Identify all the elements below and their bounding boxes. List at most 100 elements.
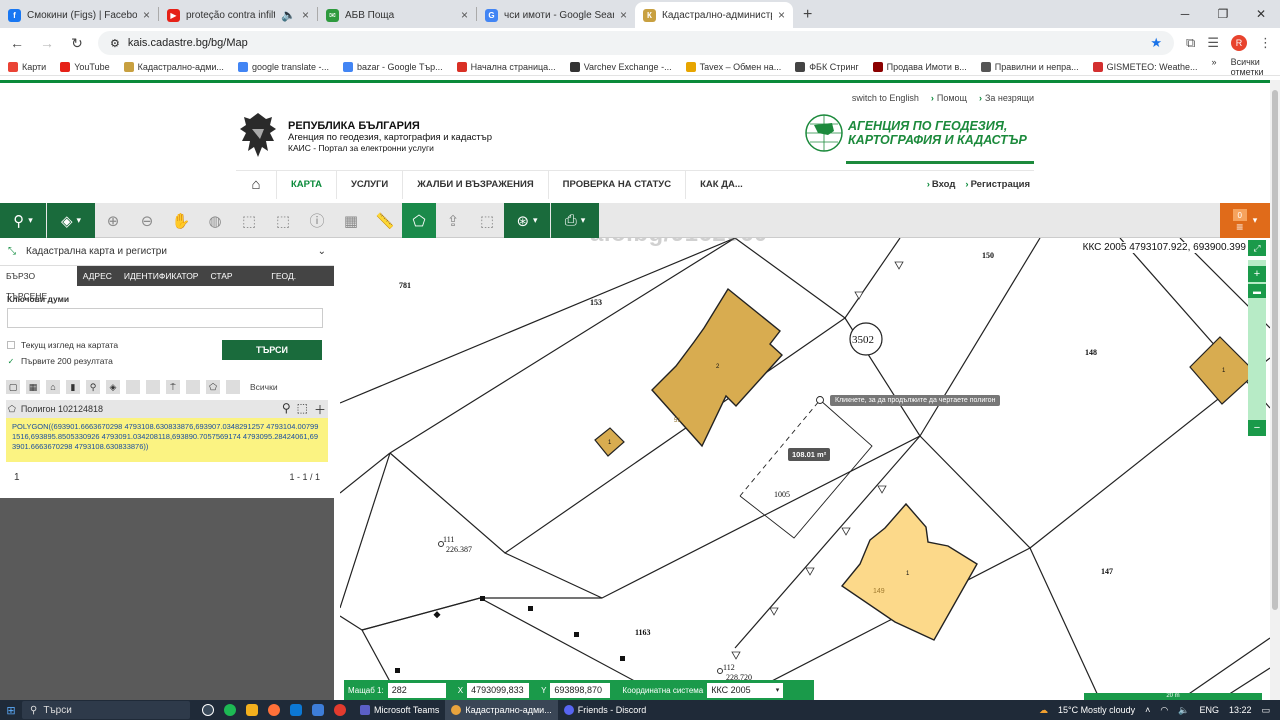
agency-logo[interactable]: АГЕНЦИЯ ПО ГЕОДЕЗИЯ, КАРТОГРАФИЯ И КАДАС… [804, 113, 1027, 153]
blank-icon[interactable] [226, 380, 240, 394]
close-window-icon[interactable]: ✕ [1242, 0, 1280, 28]
weather-icon[interactable]: ☁ [1039, 705, 1048, 716]
taskbar-discord[interactable]: Friends - Discord [558, 700, 653, 720]
upload-icon[interactable]: ⇪ [436, 203, 470, 238]
wifi-icon[interactable]: ◠ [1160, 705, 1168, 716]
filter-all-icon[interactable]: ▢ [6, 380, 20, 394]
nav-complaints[interactable]: ЖАЛБИ И ВЪЗРАЖЕНИЯ [402, 170, 547, 199]
close-icon[interactable]: × [461, 8, 468, 22]
search-button[interactable]: ТЪРСИ [222, 340, 322, 360]
tab-old-identifier[interactable]: СТАР ИДЕНТ. [204, 266, 265, 301]
fullscreen-icon[interactable]: ⤢ [1248, 240, 1266, 256]
all-filter-label[interactable]: Всички [250, 382, 278, 392]
bookmark-item[interactable]: Продава Имоти в... [872, 61, 967, 72]
previous-extent-icon[interactable]: ⬚ [232, 203, 266, 238]
spotify-icon[interactable] [224, 704, 236, 716]
chevron-down-icon[interactable]: ⌄ [318, 246, 326, 257]
minimize-icon[interactable]: ─ [1166, 0, 1204, 28]
clock[interactable]: 13:22 [1229, 705, 1252, 715]
restore-icon[interactable]: ❐ [1204, 0, 1242, 28]
nav-status-check[interactable]: ПРОВЕРКА НА СТАТУС [547, 170, 685, 199]
page-number[interactable]: 1 [14, 472, 20, 483]
pan-hand-icon[interactable]: ✋ [164, 203, 198, 238]
reload-icon[interactable]: ↻ [68, 35, 86, 52]
home-icon[interactable]: ⌂ [236, 176, 276, 193]
site-info-icon[interactable]: ⚙ [110, 37, 120, 50]
url-field[interactable]: ⚙ kais.cadastre.bg/bg/Map ★ [98, 31, 1175, 55]
notifications-icon[interactable]: ▭ [1261, 705, 1270, 716]
zoom-out-icon[interactable]: ⊖ [130, 203, 164, 238]
bookmark-star-icon[interactable]: ★ [1150, 35, 1162, 51]
firefox-icon[interactable] [268, 704, 280, 716]
bookmark-item[interactable]: Карти [8, 61, 46, 72]
full-extent-globe-icon[interactable]: ◍ [198, 203, 232, 238]
scrollbar-thumb[interactable] [1272, 90, 1278, 610]
zoom-in-icon[interactable]: ⊕ [96, 203, 130, 238]
location-pin-icon[interactable]: ⚲ [86, 380, 100, 394]
search-tool-button[interactable]: ⚲ ▾ [0, 203, 46, 238]
file-explorer-icon[interactable] [246, 704, 258, 716]
bookmark-item[interactable]: Tavex – Обмен на... [685, 61, 781, 72]
extensions-icon[interactable]: ⧉ [1186, 35, 1195, 51]
nav-map[interactable]: КАРТА [276, 170, 336, 199]
blank-icon[interactable] [186, 380, 200, 394]
cadastral-map[interactable]: 781 153 150 148 147 1163 1005 3502 111 2… [340, 238, 1270, 700]
speaker-icon[interactable]: 🔈 [281, 8, 296, 22]
tab-quick-search[interactable]: БЪРЗО ТЪРСЕНЕ [0, 266, 77, 301]
nav-services[interactable]: УСЛУГИ [335, 170, 402, 199]
tab-geodetic-base[interactable]: ГЕОД. ОСНОВА [265, 266, 334, 301]
taskbar-teams[interactable]: Microsoft Teams [354, 700, 445, 720]
taskbar-chrome[interactable]: Кадастрално-адми... [445, 700, 558, 720]
tab-identifier[interactable]: ИДЕНТИФИКАТОР [118, 266, 205, 286]
edge-icon[interactable] [290, 704, 302, 716]
close-icon[interactable]: × [302, 8, 309, 22]
register-link[interactable]: › Регистрация [965, 179, 1030, 190]
mail-icon[interactable] [312, 704, 324, 716]
tab-address[interactable]: АДРЕС [77, 266, 118, 286]
current-view-checkbox[interactable]: Текущ изглед на картата [7, 340, 118, 350]
x-coordinate-field[interactable]: 4793099,833 [467, 682, 530, 698]
select-area-icon[interactable]: ⬚ [297, 401, 308, 418]
add-plus-icon[interactable]: ＋ [314, 401, 326, 418]
blank-icon[interactable] [126, 380, 140, 394]
opera-icon[interactable] [334, 704, 346, 716]
grid-icon[interactable]: ▦ [26, 380, 40, 394]
media-icon[interactable]: ☰ [1207, 35, 1219, 51]
zoom-slider-handle[interactable]: ▬ [1248, 284, 1266, 298]
geodetic-marker-icon[interactable]: ⍑ [166, 380, 180, 394]
accessibility-link[interactable]: › За незрящи [979, 93, 1034, 103]
select-object-icon[interactable]: ▦ [334, 203, 368, 238]
print-tool-button[interactable]: ⎙ ▾ [551, 203, 599, 238]
layers-icon[interactable]: ◈ [106, 380, 120, 394]
volume-icon[interactable]: 🔈 [1178, 705, 1189, 716]
building-icon[interactable]: ⌂ [46, 380, 60, 394]
bookmark-item[interactable]: Varchev Exchange -... [569, 61, 672, 72]
profile-avatar[interactable]: R [1231, 35, 1247, 51]
close-icon[interactable]: × [778, 8, 785, 22]
more-bookmarks-icon[interactable]: » [1212, 57, 1217, 77]
weather-text[interactable]: 15°C Mostly cloudy [1058, 705, 1135, 715]
bookmark-item[interactable]: google translate -... [237, 61, 329, 72]
zoom-to-search-icon[interactable]: ⚲ [282, 401, 291, 418]
windows-start-icon[interactable]: ⊞ [0, 704, 22, 717]
back-icon[interactable]: ← [8, 35, 26, 51]
all-bookmarks-folder[interactable]: Всички отметки [1231, 57, 1272, 77]
blank-icon[interactable] [146, 380, 160, 394]
crs-select[interactable]: ККС 2005 ▾ [707, 682, 784, 698]
zoom-in-button[interactable]: + [1248, 266, 1266, 282]
cart-menu-button[interactable]: 0 ≡ ▾ [1220, 203, 1270, 238]
close-icon[interactable]: × [143, 8, 150, 22]
scale-input[interactable]: 282 [387, 682, 446, 698]
bookmark-item[interactable]: bazar - Google Тър... [342, 61, 443, 72]
panel-header[interactable]: ⤡ Кадастрална карта и регистри ⌄ [0, 238, 334, 266]
republic-logo[interactable]: РЕПУБЛИКА БЪЛГАРИЯ Агенция по геодезия, … [236, 111, 492, 161]
nav-how-to[interactable]: КАК ДА... [685, 170, 757, 199]
menu-icon[interactable]: ⋮ [1259, 35, 1272, 51]
new-tab-button[interactable]: + [793, 6, 822, 28]
measure-ruler-icon[interactable]: 📏 [368, 203, 402, 238]
bookmark-item[interactable]: ФБК Стринг [795, 61, 859, 72]
bookmark-item[interactable]: YouTube [60, 61, 110, 72]
close-icon[interactable]: × [620, 8, 627, 22]
browser-tab-youtube[interactable]: ▶ proteção contra infiltração 🔈 × [159, 2, 317, 28]
info-icon[interactable]: ⓘ [300, 203, 334, 238]
